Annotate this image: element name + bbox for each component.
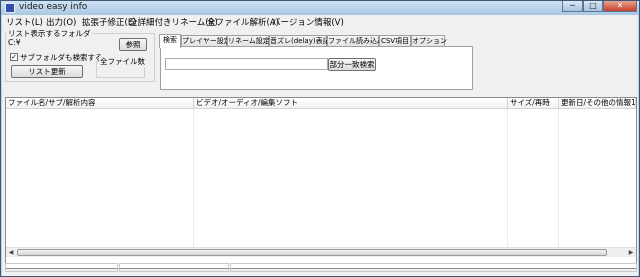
folder-path: C:¥ bbox=[8, 38, 21, 47]
partial-match-search-button[interactable]: 部分一致検索 bbox=[328, 58, 376, 71]
search-input[interactable] bbox=[165, 58, 328, 70]
menu-analyze-all[interactable]: 全ファイル解析(A) bbox=[207, 16, 279, 28]
column-header-size-duration[interactable]: サイズ/再時 bbox=[508, 98, 559, 109]
minimize-button[interactable]: ─ bbox=[562, 1, 583, 12]
app-window: video easy info ─ □ ✕ リスト(L) 出力(O) 拡張子修正… bbox=[0, 0, 640, 277]
menu-output[interactable]: 出力(O) bbox=[46, 16, 76, 28]
search-tab-panel: 部分一致検索 bbox=[160, 46, 473, 90]
status-panel bbox=[119, 263, 229, 272]
file-list[interactable]: ファイル名/サブ/解析内容 ビデオ/オーディオ/編集ソフト サイズ/再時 更新日… bbox=[5, 97, 637, 269]
check-icon: ✓ bbox=[11, 53, 17, 61]
column-divider bbox=[558, 109, 559, 247]
close-button[interactable]: ✕ bbox=[603, 1, 637, 12]
status-panel bbox=[5, 263, 118, 272]
column-header-date-info[interactable]: 更新日/その他の情報1/2 bbox=[559, 98, 636, 109]
title-bar[interactable]: video easy info ─ □ ✕ bbox=[1, 1, 639, 15]
menu-list[interactable]: リスト(L) bbox=[6, 16, 43, 28]
column-header-filename[interactable]: ファイル名/サブ/解析内容 bbox=[6, 98, 194, 109]
refresh-list-button[interactable]: リスト更新 bbox=[11, 65, 83, 78]
browse-button[interactable]: 参照 bbox=[119, 38, 147, 51]
maximize-button[interactable]: □ bbox=[583, 1, 603, 12]
arrow-left-icon[interactable]: ◀ bbox=[6, 248, 16, 257]
status-panel bbox=[230, 263, 637, 272]
status-bar bbox=[5, 263, 637, 273]
app-icon bbox=[5, 3, 15, 13]
menu-version[interactable]: バージョン情報(V) bbox=[272, 16, 344, 28]
tab-search[interactable]: 検索 bbox=[159, 34, 181, 48]
menu-rename-all[interactable]: 全詳細付きリネーム(R) bbox=[129, 16, 218, 28]
menu-bar: リスト(L) 出力(O) 拡張子修正(E) 全詳細付きリネーム(R) 全ファイル… bbox=[2, 15, 638, 29]
total-files-label: 全ファイル数 bbox=[99, 56, 146, 67]
subfolder-checkbox[interactable]: ✓ bbox=[10, 53, 18, 61]
column-header-video-audio[interactable]: ビデオ/オーディオ/編集ソフト bbox=[194, 98, 508, 109]
client-area: リスト表示するフォルダ C:¥ 参照 ✓ サブフォルダも検索する リスト更新 全… bbox=[2, 28, 638, 276]
column-divider bbox=[507, 109, 508, 247]
horizontal-scrollbar[interactable]: ◀ ▶ bbox=[6, 247, 636, 257]
column-divider bbox=[193, 109, 194, 247]
window-title: video easy info bbox=[19, 2, 88, 12]
subfolder-label[interactable]: サブフォルダも検索する bbox=[20, 52, 103, 63]
arrow-right-icon[interactable]: ▶ bbox=[626, 248, 636, 257]
scrollbar-thumb[interactable] bbox=[17, 249, 607, 256]
